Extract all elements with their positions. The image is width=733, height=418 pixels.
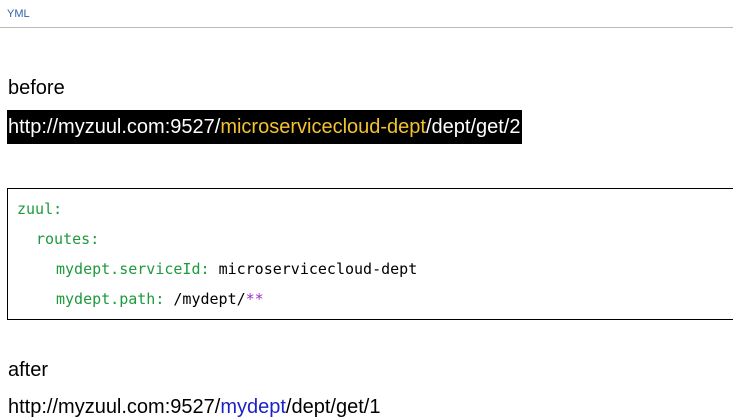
zuul-key: zuul: [17, 200, 54, 218]
code-line-zuul: zuul:: [17, 199, 62, 219]
before-url-highlight: microservicecloud-dept: [220, 116, 426, 138]
after-url: http://myzuul.com:9527/mydept/dept/get/1: [8, 394, 380, 418]
path-wildcard: **: [245, 290, 264, 308]
before-url: http://myzuul.com:9527/microservicecloud…: [7, 110, 522, 144]
routes-colon: :: [90, 230, 100, 248]
path-key: mydept.path: [56, 290, 156, 308]
code-line-service-id: mydept.serviceId: microservicecloud-dept: [56, 259, 417, 279]
zuul-colon: :: [53, 200, 63, 218]
document-page: YML before http://myzuul.com:9527/micros…: [0, 0, 733, 418]
after-url-prefix: http://myzuul.com:9527/: [8, 396, 221, 418]
service-id-value: microservicecloud-dept: [218, 260, 418, 278]
code-language-label: YML: [0, 0, 733, 28]
after-heading: after: [8, 359, 49, 381]
code-line-path: mydept.path: /mydept/**: [56, 289, 264, 309]
yaml-code-block: zuul: routes: mydept.serviceId: microser…: [7, 188, 733, 320]
service-id-colon: :: [200, 260, 210, 278]
after-url-suffix: /dept/get/1: [285, 396, 381, 418]
routes-key: routes: [36, 230, 91, 248]
after-url-highlight: mydept: [220, 396, 286, 418]
path-value: /mydept/: [173, 290, 246, 308]
code-line-routes: routes:: [36, 229, 99, 249]
before-url-prefix: http://myzuul.com:9527/: [8, 116, 221, 138]
before-heading: before: [8, 77, 65, 99]
service-id-key: mydept.serviceId: [56, 260, 201, 278]
before-url-suffix: /dept/get/2: [425, 116, 521, 138]
